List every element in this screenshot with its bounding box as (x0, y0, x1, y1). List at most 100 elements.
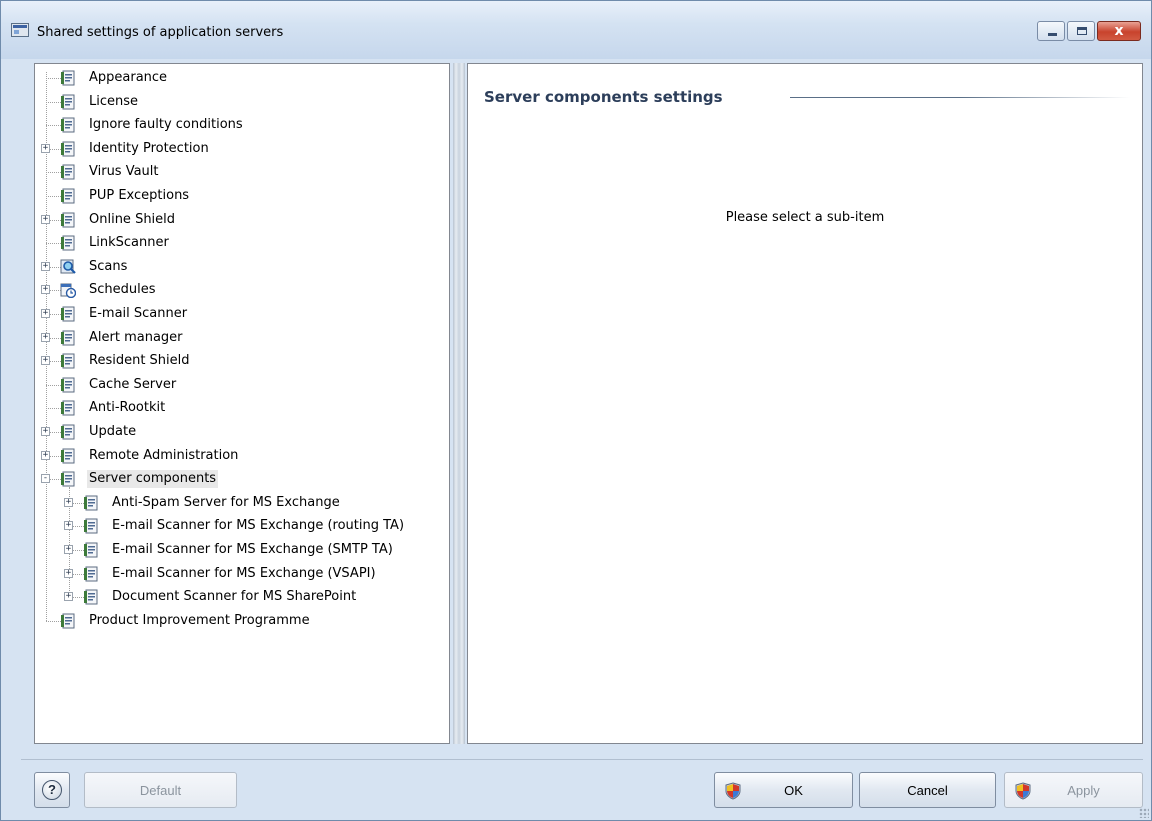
tree-guide-line (46, 620, 61, 622)
tree-item-label: Virus Vault (89, 164, 159, 180)
minimize-button[interactable] (1037, 21, 1065, 41)
tree-item[interactable]: + E-mail Scanner (35, 304, 449, 324)
tree-item[interactable]: Product Improvement Programme (35, 611, 449, 631)
settings-page-icon (60, 613, 76, 629)
expand-toggle-icon[interactable]: + (41, 356, 50, 366)
expand-toggle-icon[interactable]: + (41, 332, 50, 342)
panel-splitter[interactable] (453, 63, 465, 744)
help-button[interactable]: ? (34, 772, 70, 808)
expand-toggle-icon[interactable]: + (41, 143, 50, 153)
help-icon: ? (42, 780, 62, 800)
expand-toggle-icon[interactable]: + (64, 521, 73, 531)
tree-item-label: PUP Exceptions (89, 188, 190, 203)
settings-content-panel: Server components settings Please select… (467, 63, 1143, 744)
expand-toggle-icon[interactable]: + (64, 497, 73, 507)
close-button[interactable]: x (1097, 21, 1141, 41)
tree-guide-line (46, 196, 61, 197)
resize-grip[interactable] (1139, 808, 1149, 818)
settings-page-icon (83, 542, 99, 558)
close-icon: x (1114, 23, 1124, 39)
tree-item[interactable]: + Resident Shield (35, 351, 449, 371)
expand-toggle-icon[interactable]: + (41, 427, 50, 436)
expand-toggle-icon[interactable]: + (64, 545, 73, 554)
expand-toggle-icon[interactable]: + (41, 285, 50, 295)
settings-page-icon (83, 495, 99, 511)
tree-item-label: Scans (89, 258, 128, 274)
tree-item[interactable]: + Update (35, 422, 449, 442)
tree-guide-line (46, 384, 61, 386)
tree-item[interactable]: + Scans (35, 257, 449, 277)
settings-page-icon (60, 306, 76, 322)
tree-item-label: E-mail Scanner (89, 306, 188, 321)
tree-item[interactable]: + Document Scanner for MS SharePoint (35, 587, 449, 607)
cancel-button[interactable]: Cancel (859, 772, 996, 808)
tree-item[interactable]: + E-mail Scanner for MS Exchange (SMTP TA… (35, 540, 449, 560)
tree-guide-line (46, 172, 61, 174)
tree-item[interactable]: LinkScanner (35, 233, 449, 253)
tree-guide-line (46, 408, 61, 410)
tree-item[interactable]: - Server components (35, 469, 449, 489)
settings-tree[interactable]: Appearance License Ignore faulty condition… (34, 63, 450, 744)
settings-dialog: Shared settings of application servers x… (0, 0, 1152, 821)
tree-item-label: Anti-Spam Server for MS Exchange (112, 494, 340, 510)
tree-item[interactable]: + E-mail Scanner for MS Exchange (routing… (35, 516, 449, 536)
tree-item-label: LinkScanner (89, 235, 169, 251)
settings-page-icon (60, 400, 76, 416)
settings-page-icon (60, 164, 76, 180)
maximize-button[interactable] (1067, 21, 1095, 41)
settings-page-icon (60, 471, 76, 487)
tree-item-label: Cache Server (89, 376, 177, 392)
tree-item[interactable]: Ignore faulty conditions (35, 115, 449, 135)
settings-page-icon (83, 518, 99, 534)
expand-toggle-icon[interactable]: + (64, 568, 73, 578)
select-subitem-message: Please select a sub-item (725, 210, 885, 225)
tree-item-label: License (89, 93, 139, 109)
tree-item[interactable]: Appearance (35, 68, 449, 88)
tree-item-label: Ignore faulty conditions (89, 117, 243, 133)
tree-item[interactable]: + E-mail Scanner for MS Exchange (VSAPI) (35, 564, 449, 584)
title-bar[interactable]: Shared settings of application servers x (1, 1, 1151, 59)
tree-item[interactable]: Cache Server (35, 375, 449, 395)
schedule-clock-icon (60, 282, 77, 299)
tree-item[interactable]: + Alert manager (35, 328, 449, 348)
tree-item[interactable]: PUP Exceptions (35, 186, 449, 206)
footer-divider (21, 759, 1143, 760)
settings-page-icon (60, 377, 76, 393)
tree-item-label: E-mail Scanner for MS Exchange (VSAPI) (112, 565, 376, 581)
apply-button[interactable]: Apply (1004, 772, 1143, 808)
tree-item[interactable]: + Remote Administration (35, 446, 449, 466)
expand-toggle-icon[interactable]: + (64, 592, 73, 602)
tree-item[interactable]: + Online Shield (35, 210, 449, 230)
uac-shield-icon (725, 782, 741, 800)
content-heading: Server components settings (484, 88, 723, 106)
settings-page-icon (60, 94, 76, 110)
tree-item-label: E-mail Scanner for MS Exchange (SMTP TA) (112, 542, 393, 557)
heading-rule (790, 97, 1130, 98)
tree-item[interactable]: Virus Vault (35, 162, 449, 182)
expand-toggle-icon[interactable]: + (41, 214, 50, 224)
ok-button[interactable]: OK (714, 772, 853, 808)
expand-toggle-icon[interactable]: + (41, 309, 50, 318)
tree-item[interactable]: Anti-Rootkit (35, 398, 449, 418)
settings-page-icon (83, 566, 99, 582)
default-button[interactable]: Default (84, 772, 237, 808)
tree-guide-line (46, 243, 61, 245)
caption-buttons: x (1035, 21, 1141, 41)
settings-page-icon (60, 188, 76, 204)
settings-page-icon (60, 70, 76, 86)
settings-page-icon (60, 235, 76, 251)
tree-item[interactable]: + Schedules (35, 280, 449, 300)
tree-item[interactable]: + Identity Protection (35, 139, 449, 159)
collapse-toggle-icon[interactable]: - (41, 474, 50, 484)
settings-page-icon (60, 141, 76, 157)
settings-page-icon (60, 330, 76, 346)
cancel-button-label: Cancel (907, 782, 948, 798)
maximize-icon (1077, 27, 1087, 35)
tree-item-label: Anti-Rootkit (89, 400, 166, 416)
tree-item[interactable]: + Anti-Spam Server for MS Exchange (35, 493, 449, 513)
tree-item-label: Appearance (89, 70, 168, 85)
expand-toggle-icon[interactable]: + (41, 450, 50, 460)
tree-item[interactable]: License (35, 92, 449, 112)
expand-toggle-icon[interactable]: + (41, 261, 50, 271)
tree-item-label: Alert manager (89, 329, 183, 345)
